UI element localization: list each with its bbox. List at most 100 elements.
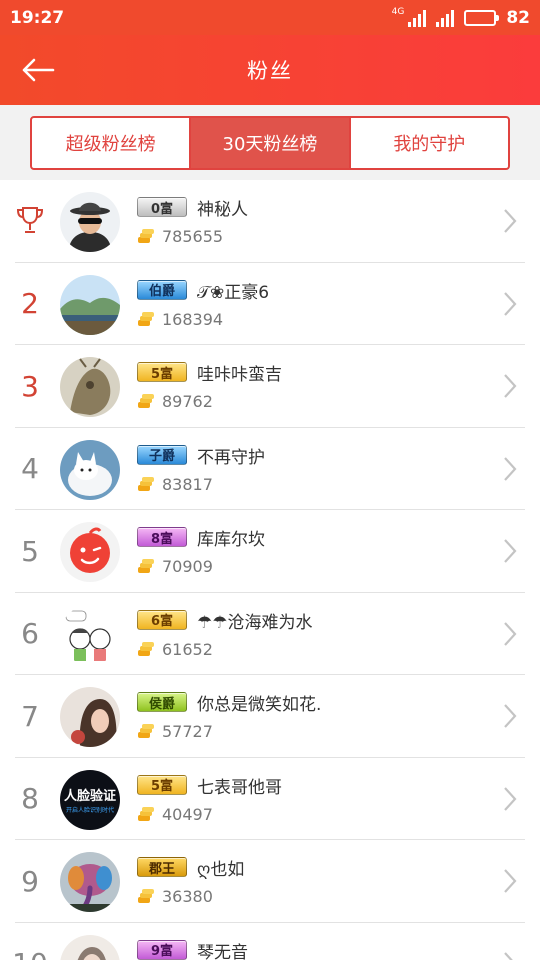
level-badge: 0富 (137, 197, 187, 217)
rank-number: 4 (21, 452, 39, 485)
tab-bar-container: 超级粉丝榜 30天粉丝榜 我的守护 (0, 105, 540, 180)
tab-my-guardian[interactable]: 我的守护 (348, 118, 508, 168)
fan-name: ☂☂沧海难为水 (197, 612, 313, 633)
list-item[interactable]: 5 8富 库库尔坎 70909 (0, 510, 540, 593)
avatar[interactable] (60, 357, 120, 417)
face-verify-avatar-image: 人脸验证 开启人脸识别时代 (60, 769, 120, 830)
tab-super-fans[interactable]: 超级粉丝榜 (32, 118, 189, 168)
fan-name: 库库尔坎 (197, 530, 265, 550)
fan-score: 36380 (162, 887, 213, 906)
sketch-avatar-image (60, 934, 120, 960)
coin-stack-icon (138, 559, 154, 573)
rank-number: 9 (21, 864, 39, 898)
list-item[interactable]: 4 子爵 不再守护 83817 (0, 428, 540, 511)
list-item[interactable]: 7 侯爵 你总是微笑如花. 57727 (0, 675, 540, 758)
chevron-right-icon (504, 951, 514, 960)
level-badge: 侯爵 (137, 692, 187, 712)
coin-stack-icon (138, 229, 154, 243)
chevron-right-icon (504, 209, 517, 233)
chevron-right-icon (504, 539, 517, 563)
network-type: 4G (391, 6, 405, 17)
avatar[interactable] (60, 604, 120, 665)
red-face-avatar-image (60, 522, 120, 582)
fan-score: 785655 (162, 227, 224, 246)
list-item[interactable]: 2 伯爵 𝒯❀正豪6 168394 (0, 263, 540, 346)
list-item[interactable]: 0富 神秘人 785655 (0, 180, 540, 263)
rank-number: 6 (21, 617, 39, 650)
fan-score: 61652 (162, 639, 213, 659)
signal-icon (408, 9, 427, 27)
chevron-right-icon (504, 621, 517, 646)
level-badge: 5富 (137, 774, 187, 795)
level-badge: 郡王 (137, 857, 187, 877)
back-button[interactable] (18, 50, 58, 90)
fan-score: 168394 (162, 309, 224, 329)
coin-stack-icon (138, 889, 154, 903)
fan-name: ღ也如 (197, 860, 245, 880)
tab-30-day-fans[interactable]: 30天粉丝榜 (189, 118, 349, 168)
level-badge: 6富 (137, 609, 187, 630)
coin-stack-icon (138, 394, 154, 408)
avatar[interactable] (60, 274, 120, 335)
rank-number: 10 (0, 923, 60, 960)
rank-number: 3 (21, 369, 39, 403)
status-bar: 19:27 4G 82 (0, 0, 540, 35)
avatar[interactable]: 人脸验证 开启人脸识别时代 (60, 769, 120, 830)
dragon-avatar-image (60, 357, 120, 417)
fan-score: 70909 (162, 557, 213, 576)
fan-name: 七表哥他哥 (197, 777, 282, 798)
avatar[interactable] (60, 687, 120, 747)
fan-name: 哇咔咔蛮吉 (197, 365, 282, 385)
face-verify-title: 人脸验证 (64, 788, 116, 804)
fan-score: 89762 (162, 392, 213, 411)
rank-number: 5 (21, 534, 39, 568)
fan-score: 40497 (162, 804, 213, 824)
coin-stack-icon (138, 311, 154, 326)
list-item[interactable]: 6 6富 ☂☂沧海难为水 61652 (0, 593, 540, 676)
list-item[interactable]: 10 9富 琴无音 (0, 923, 540, 960)
hat-man-avatar-image (60, 192, 120, 252)
fan-score: 57727 (162, 722, 213, 741)
list-item[interactable]: 3 5富 哇咔咔蛮吉 89762 (0, 345, 540, 428)
status-time: 19:27 (10, 7, 65, 28)
signal-icon (436, 9, 455, 27)
fan-score: 83817 (162, 474, 213, 494)
rank-number: 2 (21, 287, 39, 320)
level-badge: 9富 (137, 939, 187, 960)
fan-name: 不再守护 (197, 447, 265, 468)
coin-stack-icon (138, 806, 154, 821)
fan-name: 琴无音 (197, 942, 248, 960)
avatar[interactable] (60, 439, 120, 500)
avatar[interactable] (60, 852, 120, 912)
list-item[interactable]: 8 人脸验证 开启人脸识别时代 5富 七表哥他哥 40497 (0, 758, 540, 841)
chevron-right-icon (504, 704, 517, 728)
fan-name: 𝒯❀正豪6 (197, 282, 270, 303)
page-title: 粉丝 (247, 59, 293, 83)
level-badge: 伯爵 (137, 279, 187, 300)
rank-number: 8 (21, 782, 39, 815)
chevron-right-icon (504, 291, 517, 316)
fan-list: 0富 神秘人 785655 2 伯爵 𝒯❀正豪6 168394 3 5富 哇咔咔… (0, 180, 540, 960)
landscape-avatar-image (60, 274, 120, 335)
title-bar: 粉丝 (0, 35, 540, 105)
fan-name: 神秘人 (197, 200, 248, 220)
avatar[interactable] (60, 522, 120, 582)
cartoon-couple-avatar-image (60, 604, 120, 665)
trophy-icon (16, 207, 44, 233)
avatar[interactable] (60, 192, 120, 252)
level-badge: 子爵 (137, 444, 187, 465)
rank-number: 7 (21, 699, 39, 733)
rank-trophy (0, 180, 60, 262)
chevron-right-icon (504, 456, 517, 481)
chevron-right-icon (504, 374, 517, 398)
chevron-right-icon (504, 869, 517, 893)
battery-level: 82 (506, 7, 530, 28)
level-badge: 5富 (137, 362, 187, 382)
avatar[interactable] (60, 934, 120, 960)
list-item[interactable]: 9 郡王 ღ也如 36380 (0, 840, 540, 923)
coin-stack-icon (138, 476, 154, 491)
girl-avatar-image (60, 687, 120, 747)
fan-name: 你总是微笑如花. (197, 695, 322, 715)
face-verify-subtitle: 开启人脸识别时代 (66, 806, 114, 814)
coin-stack-icon (138, 724, 154, 738)
